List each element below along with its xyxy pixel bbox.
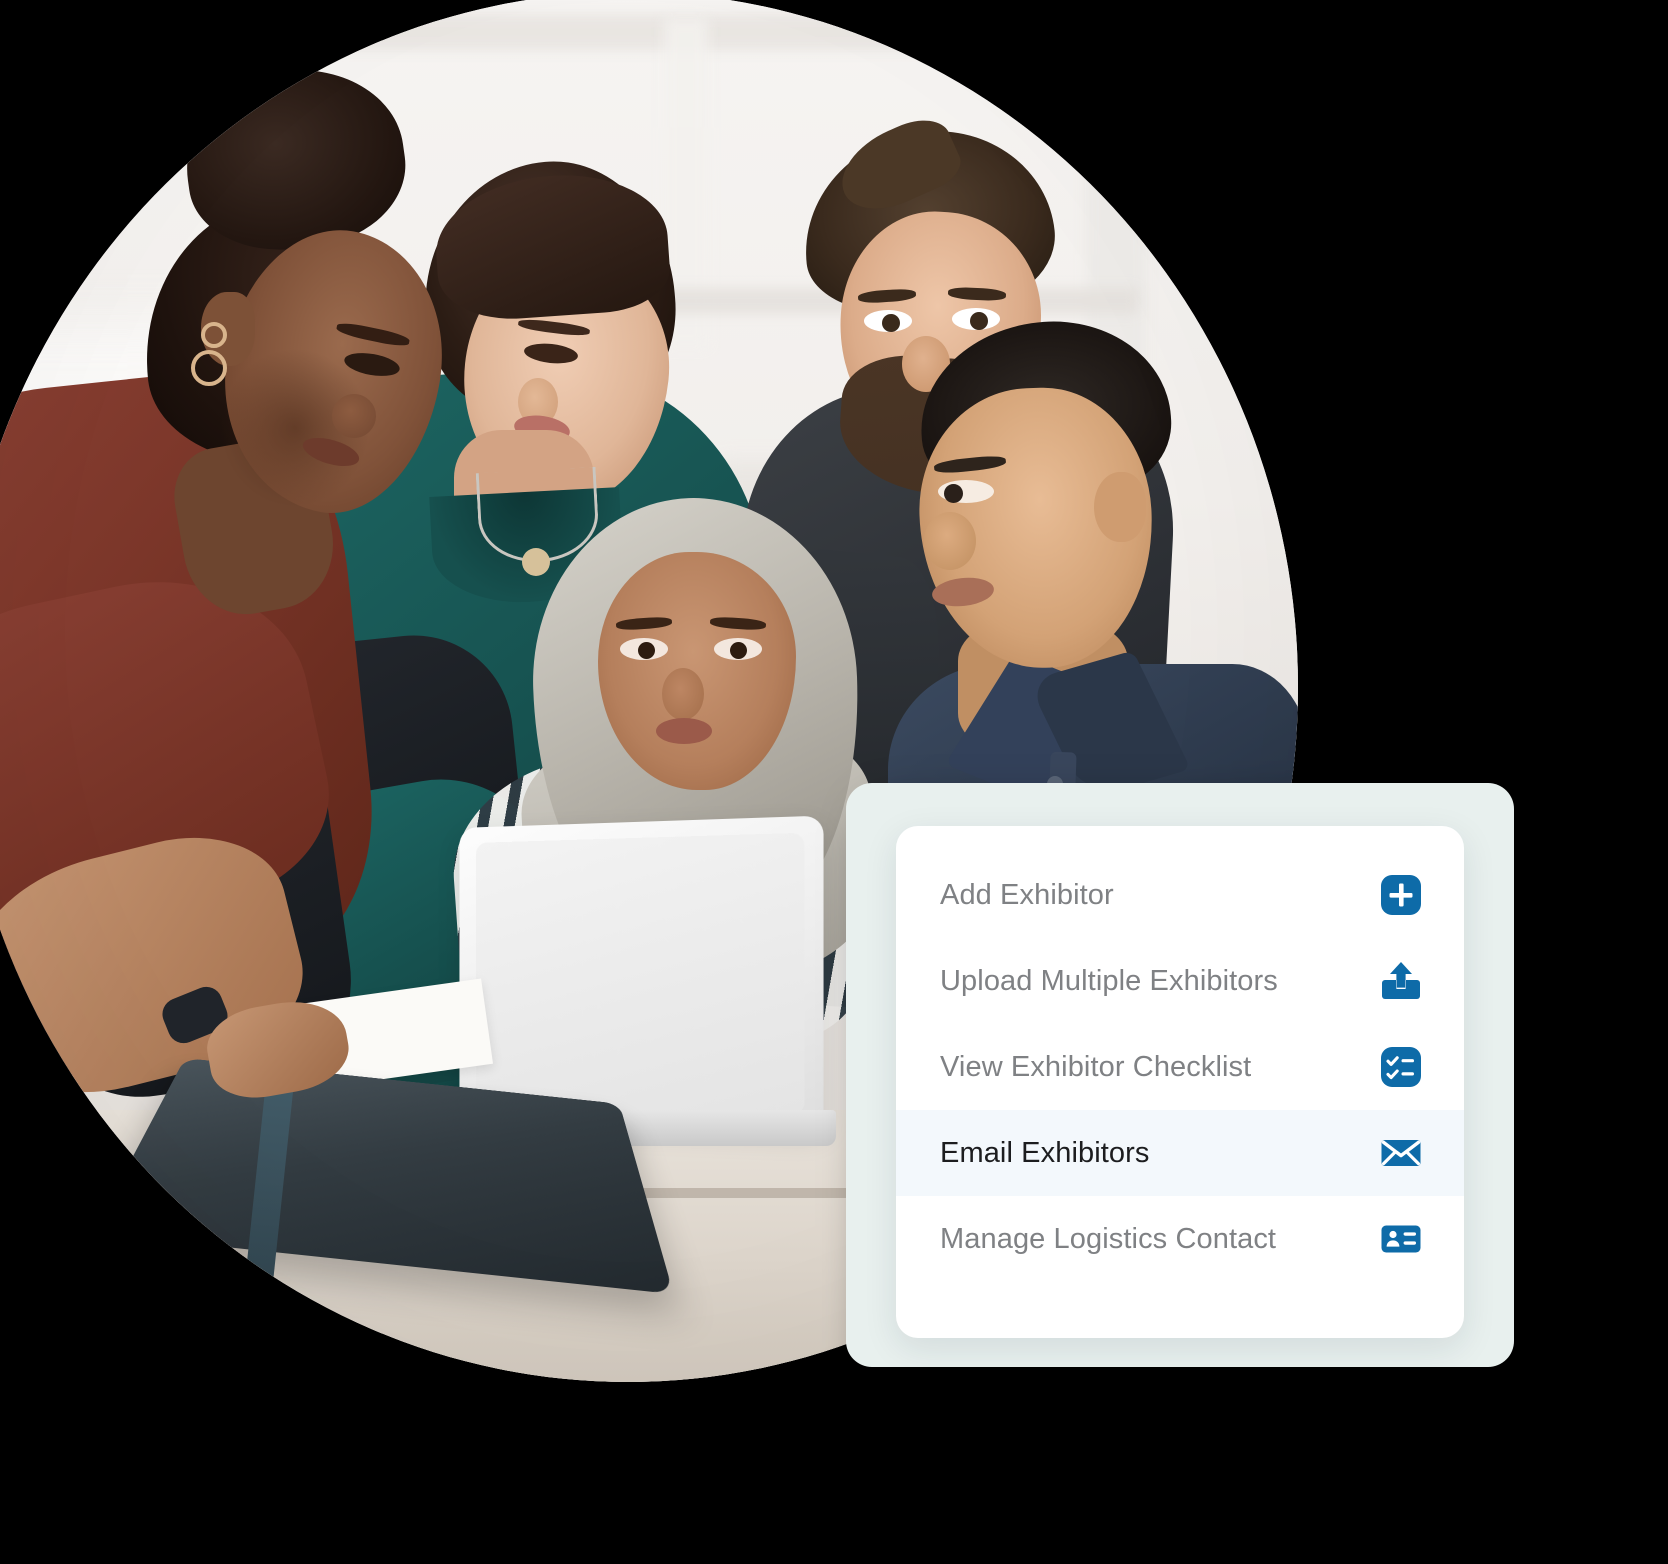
menu-item-label: Email Exhibitors: [940, 1136, 1150, 1169]
person-hijab-pupil-left: [638, 642, 655, 659]
person-navy-nose: [924, 512, 976, 570]
envelope-icon[interactable]: [1380, 1132, 1422, 1174]
person-bearded-pupil-left: [882, 314, 900, 332]
menu-item-email-exhibitors[interactable]: Email Exhibitors: [896, 1110, 1464, 1196]
menu-item-add-exhibitor[interactable]: Add Exhibitor: [896, 852, 1464, 938]
menu-item-manage-logistics-contact[interactable]: Manage Logistics Contact: [896, 1196, 1464, 1282]
menu-item-label: Upload Multiple Exhibitors: [940, 964, 1278, 997]
laptop-screen: [475, 832, 805, 1116]
menu-item-label: Manage Logistics Contact: [940, 1222, 1277, 1255]
necklace-pendant: [522, 548, 550, 576]
earring-large: [191, 350, 227, 386]
exhibitor-actions-card: Add Exhibitor Upload Multiple Exhibitors: [896, 826, 1464, 1338]
menu-item-label: Add Exhibitor: [940, 878, 1114, 911]
menu-item-upload-multiple-exhibitors[interactable]: Upload Multiple Exhibitors: [896, 938, 1464, 1024]
person-hijab-lips: [656, 718, 712, 744]
person-navy-ear: [1094, 472, 1146, 542]
person-hijab-pupil-right: [730, 642, 747, 659]
earring-small: [201, 322, 227, 348]
checklist-icon[interactable]: [1380, 1046, 1422, 1088]
plus-square-icon[interactable]: [1380, 874, 1422, 916]
person-navy-pupil: [944, 484, 963, 503]
menu-item-label: View Exhibitor Checklist: [940, 1050, 1252, 1083]
contact-card-icon[interactable]: [1380, 1218, 1422, 1260]
person-hijab-nose: [662, 668, 704, 720]
menu-item-view-exhibitor-checklist[interactable]: View Exhibitor Checklist: [896, 1024, 1464, 1110]
person-bearded-pupil-right: [970, 312, 988, 330]
exhibitor-actions-menu: Add Exhibitor Upload Multiple Exhibitors: [896, 826, 1464, 1304]
upload-icon[interactable]: [1380, 960, 1422, 1002]
screenshot-stage: Add Exhibitor Upload Multiple Exhibitors: [0, 0, 1668, 1564]
person-hijab-face: [598, 552, 796, 790]
